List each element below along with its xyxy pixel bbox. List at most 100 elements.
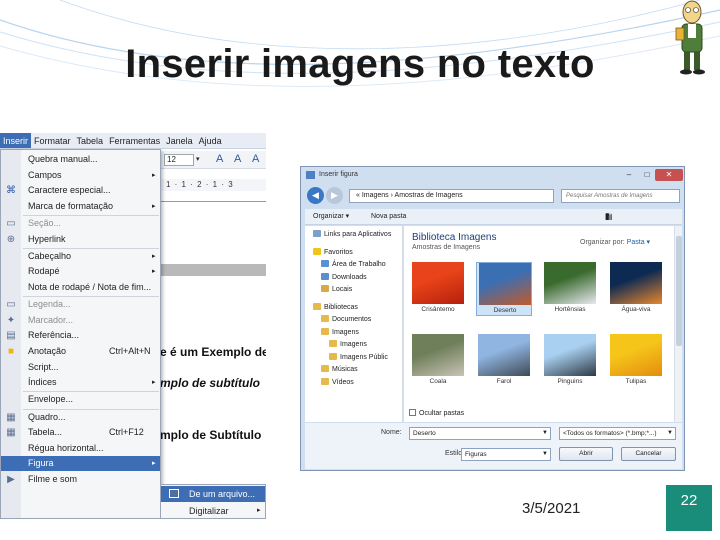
help-icon[interactable]: ? bbox=[605, 209, 617, 225]
cancel-button[interactable]: Cancelar bbox=[621, 447, 676, 461]
nav-pane-item[interactable]: Imagens bbox=[321, 327, 359, 338]
new-folder-button[interactable]: Nova pasta bbox=[371, 209, 406, 225]
menubar-item-ferramentas[interactable]: Ferramentas bbox=[106, 133, 163, 148]
nav-pane-item[interactable]: Área de Trabalho bbox=[321, 260, 386, 270]
maximize-button[interactable]: □ bbox=[637, 169, 657, 181]
image-thumbnail[interactable]: Farol bbox=[476, 334, 532, 388]
nav-pane-item[interactable]: Músicas bbox=[321, 365, 358, 375]
menubar-item-tabela[interactable]: Tabela bbox=[74, 133, 107, 148]
vertical-scrollbar[interactable] bbox=[674, 226, 682, 422]
nav-pane-item-label: Documentos bbox=[332, 316, 372, 323]
menu-item[interactable]: ▤ Referência... bbox=[1, 328, 160, 343]
menu-item[interactable]: ▭ Seção... bbox=[1, 216, 160, 231]
nav-pane-item[interactable]: Vídeos bbox=[321, 377, 354, 388]
menu-item[interactable]: ▦ Quadro... bbox=[1, 410, 160, 425]
arrange-by-value[interactable]: Pasta ▾ bbox=[627, 239, 650, 246]
image-thumbnail[interactable]: Hortênsias bbox=[542, 262, 598, 316]
nav-pane-item[interactable]: Downloads bbox=[321, 272, 367, 283]
style-value: Figuras bbox=[465, 451, 487, 458]
image-thumbnail[interactable]: Crisântemo bbox=[410, 262, 466, 316]
menu-item[interactable]: Figura ▸ bbox=[1, 456, 160, 472]
folder-icon bbox=[313, 230, 321, 237]
menu-item[interactable]: ⊕ Hyperlink bbox=[1, 232, 160, 247]
image-thumbnail[interactable]: Água-viva bbox=[608, 262, 664, 316]
nav-pane-item[interactable]: Imagens bbox=[329, 340, 367, 350]
menu-item[interactable]: Régua horizontal... bbox=[1, 441, 160, 456]
font-color-icon[interactable]: A bbox=[216, 153, 223, 165]
image-thumbnail[interactable]: Deserto bbox=[476, 262, 532, 316]
file-name-input[interactable]: Deserto ▼ bbox=[409, 427, 551, 440]
menu-item[interactable]: ⌘ Caractere especial... bbox=[1, 183, 160, 198]
folder-icon bbox=[321, 327, 329, 335]
nav-pane-item-label: Imagens bbox=[340, 341, 367, 348]
menu-item[interactable]: ▶ Filme e som bbox=[1, 472, 160, 487]
dialog-title: Inserir figura bbox=[319, 171, 358, 178]
menu-item[interactable]: Nota de rodapé / Nota de fim... bbox=[1, 280, 160, 295]
image-thumbnail[interactable]: Pinguins bbox=[542, 334, 598, 388]
nav-pane-item[interactable]: Bibliotecas bbox=[313, 302, 358, 313]
submenu-from-file[interactable]: De um arquivo... bbox=[161, 486, 265, 502]
menu-item[interactable]: Cabeçalho ▸ bbox=[1, 249, 160, 264]
formatting-toolbar: 12 ▾ A A A bbox=[160, 151, 266, 169]
menu-item-label: Filme e som bbox=[28, 474, 78, 484]
chevron-right-icon: ▸ bbox=[152, 268, 156, 276]
menu-item[interactable]: Envelope... bbox=[1, 392, 160, 407]
back-arrow-icon[interactable]: ◀ bbox=[307, 187, 324, 204]
thumbnail-caption: Água-viva bbox=[621, 306, 651, 313]
menu-item-label: Figura bbox=[28, 458, 54, 469]
menu-item[interactable]: ✦ Marcador... bbox=[1, 313, 160, 328]
menubar-item-formatar[interactable]: Formatar bbox=[31, 133, 74, 148]
menu-item[interactable]: Rodapé ▸ bbox=[1, 264, 160, 279]
font-size-field[interactable]: 12 bbox=[164, 154, 194, 166]
menu-item[interactable]: ▭ Legenda... bbox=[1, 297, 160, 312]
arrange-by[interactable]: Organizar por: Pasta ▾ bbox=[580, 238, 650, 246]
special-char-icon: ⌘ bbox=[6, 185, 16, 197]
open-button[interactable]: Abrir bbox=[559, 447, 613, 461]
nav-pane-item[interactable]: Locais bbox=[321, 285, 352, 295]
address-bar[interactable]: « Imagens › Amostras de Imagens bbox=[349, 189, 554, 203]
submenu-scan[interactable]: Digitalizar ▸ bbox=[161, 503, 265, 519]
menu-item[interactable]: ▦ Tabela... Ctrl+F12 bbox=[1, 425, 160, 440]
image-thumbnail[interactable]: Tulipas bbox=[608, 334, 664, 388]
scrollbar-thumb[interactable] bbox=[676, 236, 682, 346]
hide-folders-toggle[interactable]: Ocultar pastas bbox=[409, 409, 464, 417]
chevron-right-icon: ▸ bbox=[152, 202, 156, 210]
file-type-select[interactable]: <Todos os formatos> (*.bmp;*...) ▼ bbox=[559, 427, 676, 440]
hide-folders-label: Ocultar pastas bbox=[419, 410, 465, 417]
highlight-icon[interactable]: A bbox=[234, 153, 241, 165]
menu-item-label: Legenda... bbox=[28, 299, 71, 310]
menu-item[interactable]: Marca de formatação ▸ bbox=[1, 199, 160, 214]
nav-pane-item-label: Imagens bbox=[332, 328, 359, 336]
folder-icon bbox=[321, 315, 329, 322]
organize-button[interactable]: Organizar ▾ bbox=[313, 209, 349, 225]
menu-item-label: Cabeçalho bbox=[28, 250, 72, 261]
style-select[interactable]: Figuras ▼ bbox=[461, 448, 551, 461]
menu-item[interactable]: Quebra manual... bbox=[1, 152, 160, 167]
search-input[interactable]: Pesquisar Amostras de Imagens bbox=[561, 189, 680, 203]
menu-item[interactable]: Índices ▸ bbox=[1, 375, 160, 390]
menubar-item-ajuda[interactable]: Ajuda bbox=[196, 133, 225, 148]
menu-item-shortcut: Ctrl+F12 bbox=[109, 427, 144, 438]
menu-item[interactable]: Script... bbox=[1, 360, 160, 375]
menubar-item-inserir[interactable]: Inserir bbox=[0, 133, 32, 148]
close-button[interactable]: ✕ bbox=[655, 169, 683, 181]
image-thumbnail[interactable]: Coala bbox=[410, 334, 466, 388]
nav-pane-item[interactable]: Documentos bbox=[321, 315, 371, 325]
nav-pane-item[interactable]: Imagens Públic bbox=[329, 352, 388, 363]
menubar-item-janela[interactable]: Janela bbox=[163, 133, 196, 148]
forward-arrow-icon[interactable]: ▶ bbox=[326, 187, 343, 204]
nav-pane-item[interactable]: Favoritos bbox=[313, 247, 353, 258]
menu-item[interactable]: ■ Anotação Ctrl+Alt+N bbox=[1, 344, 160, 359]
menu-item-label: Hyperlink bbox=[28, 233, 66, 244]
ruler-divider bbox=[160, 201, 266, 202]
nav-pane-item[interactable]: Links para Aplicativos bbox=[313, 230, 391, 240]
font-size-dropdown-icon[interactable]: ▾ bbox=[196, 155, 200, 163]
thumbnail-caption: Farol bbox=[496, 378, 512, 385]
reference-icon: ▤ bbox=[6, 330, 16, 342]
thumbnail-caption: Pinguins bbox=[557, 378, 583, 385]
background-color-icon[interactable]: A bbox=[252, 153, 259, 165]
menu-item[interactable]: Campos ▸ bbox=[1, 168, 160, 183]
chevron-right-icon: ▸ bbox=[152, 379, 156, 387]
movie-icon: ▶ bbox=[7, 474, 15, 485]
minimize-button[interactable]: – bbox=[619, 169, 639, 181]
